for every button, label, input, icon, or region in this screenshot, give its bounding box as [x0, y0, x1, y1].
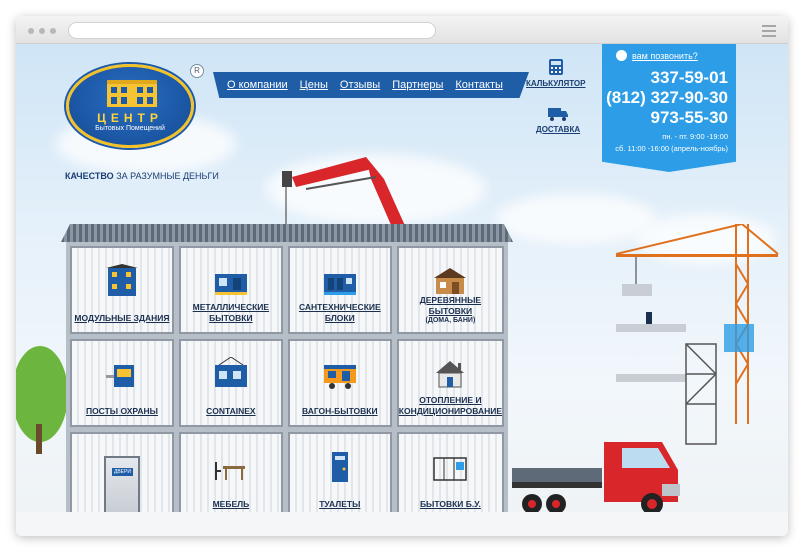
wagon-cabin-icon — [323, 365, 356, 389]
catalog-item-containex[interactable]: CONTAINEX — [178, 339, 283, 427]
heating-icon — [436, 361, 465, 388]
hamburger-menu-icon[interactable] — [762, 25, 776, 40]
callback-link[interactable]: вам позвонить? — [632, 51, 698, 61]
browser-window: ЦЕНТР Бытовых Помещений R КАЧЕСТВО ЗА РА… — [16, 16, 788, 536]
main-nav: О компании Цены Отзывы Партнеры Контакты — [213, 72, 529, 98]
catalog-item-modular-buildings[interactable]: МОДУЛЬНЫЕ ЗДАНИЯ — [70, 246, 174, 334]
browser-toolbar — [16, 16, 788, 44]
hours-saturday: сб. 11:00 -16:00 (апрель-ноябрь) — [615, 144, 728, 153]
phone-call-icon — [616, 50, 627, 61]
catalog-label: ТУАЛЕТЫ — [319, 499, 361, 509]
catalog-label: САНТЕХНИЧЕСКИЕ БЛОКИ — [298, 302, 381, 323]
nav-item-prices[interactable]: Цены — [300, 79, 328, 91]
nav-item-partners[interactable]: Партнеры — [392, 79, 443, 91]
modular-building-icon — [105, 264, 138, 296]
nav-item-reviews[interactable]: Отзывы — [340, 79, 380, 91]
truck-illustration — [512, 442, 680, 515]
contact-box: вам позвонить? 337-59-01 (812) 327-90-30… — [602, 44, 736, 172]
door-icon: ДВЕРИ — [103, 456, 140, 514]
catalog-label: МЕТАЛЛИЧЕСКИЕ БЫТОВКИ — [192, 302, 270, 323]
registered-mark: R — [190, 64, 204, 78]
door-label: ДВЕРИ — [111, 468, 133, 476]
phone-number-2[interactable]: (812) 327-90-30 — [606, 88, 728, 108]
delivery-truck-icon — [548, 108, 569, 121]
catalog-item-sanitary-blocks[interactable]: САНТЕХНИЧЕСКИЕ БЛОКИ — [287, 246, 392, 334]
tagline-rest: ЗА РАЗУМНЫЕ ДЕНЬГИ — [113, 171, 219, 181]
logo-subtitle: Бытовых Помещений — [95, 125, 165, 132]
containex-icon — [214, 357, 247, 387]
catalog-item-guard-posts[interactable]: ПОСТЫ ОХРАНЫ — [70, 339, 174, 427]
delivery-link[interactable]: ДОСТАВКА — [536, 106, 580, 134]
catalog-item-doors[interactable]: ДВЕРИ — [70, 432, 174, 520]
catalog-item-heating-cooling[interactable]: ОТОПЛЕНИЕ И КОНДИЦИОНИРОВАНИЕ — [396, 339, 504, 427]
catalog-label: ВАГОН-БЫТОВКИ — [302, 406, 378, 416]
phone-number-3[interactable]: 973-55-30 — [650, 108, 728, 128]
calculator-icon — [548, 59, 563, 75]
web-page: ЦЕНТР Бытовых Помещений R КАЧЕСТВО ЗА РА… — [16, 44, 788, 536]
wooden-cabin-icon — [434, 268, 467, 294]
building-roof — [61, 224, 513, 242]
catalog-label: МЕБЕЛЬ — [212, 499, 250, 509]
ground — [16, 512, 788, 536]
tagline: КАЧЕСТВО ЗА РАЗУМНЫЕ ДЕНЬГИ — [65, 171, 219, 181]
catalog-label: БЫТОВКИ Б.У. — [419, 499, 481, 509]
furniture-icon — [214, 462, 245, 480]
site-logo[interactable]: ЦЕНТР Бытовых Помещений — [66, 64, 194, 148]
window-controls — [28, 28, 56, 34]
calculator-label: КАЛЬКУЛЯТОР — [526, 79, 586, 88]
catalog-label: CONTAINEX — [206, 406, 256, 416]
catalog-item-furniture[interactable]: МЕБЕЛЬ — [178, 432, 283, 520]
crane-arm-illustration — [266, 157, 426, 234]
nav-item-contacts[interactable]: Контакты — [455, 79, 503, 91]
logo-house-icon — [107, 80, 157, 107]
building-catalog: МОДУЛЬНЫЕ ЗДАНИЯ МЕТАЛЛИЧЕСКИЕ БЫТОВКИ С… — [61, 224, 513, 524]
catalog-item-metal-cabins[interactable]: МЕТАЛЛИЧЕСКИЕ БЫТОВКИ — [178, 246, 283, 334]
catalog-item-wooden-cabins[interactable]: ДЕРЕВЯННЫЕ БЫТОВКИ (ДОМА, БАНИ) — [396, 246, 504, 334]
tagline-bold: КАЧЕСТВО — [65, 171, 114, 181]
metal-cabin-icon — [214, 274, 247, 295]
address-bar[interactable] — [68, 22, 436, 39]
logo-title: ЦЕНТР — [97, 111, 163, 125]
nav-item-about[interactable]: О компании — [227, 79, 288, 91]
sanitary-block-icon — [323, 274, 356, 295]
catalog-label: МОДУЛЬНЫЕ ЗДАНИЯ — [74, 313, 170, 323]
used-cabin-icon — [433, 457, 468, 481]
phone-number-1[interactable]: 337-59-01 — [650, 68, 728, 88]
tree-illustration — [16, 346, 66, 454]
catalog-item-wagon-cabins[interactable]: ВАГОН-БЫТОВКИ — [287, 339, 392, 427]
catalog-label: ПОСТЫ ОХРАНЫ — [85, 406, 158, 416]
catalog-item-toilets[interactable]: ТУАЛЕТЫ — [287, 432, 392, 520]
calculator-link[interactable]: КАЛЬКУЛЯТОР — [526, 58, 585, 88]
catalog-item-used-cabins[interactable]: БЫТОВКИ Б.У. — [396, 432, 504, 520]
delivery-label: ДОСТАВКА — [536, 125, 581, 134]
hours-weekday: пн. - пт. 9:00 -19:00 — [662, 132, 728, 141]
catalog-label: ОТОПЛЕНИЕ И КОНДИЦИОНИРОВАНИЕ — [398, 395, 503, 416]
catalog-label: ДЕРЕВЯННЫЕ БЫТОВКИ — [419, 295, 482, 316]
catalog-note: (ДОМА, БАНИ) — [425, 317, 476, 324]
catalog-grid: МОДУЛЬНЫЕ ЗДАНИЯ МЕТАЛЛИЧЕСКИЕ БЫТОВКИ С… — [66, 242, 508, 524]
toilet-icon — [331, 452, 348, 482]
guard-post-icon — [105, 365, 134, 387]
